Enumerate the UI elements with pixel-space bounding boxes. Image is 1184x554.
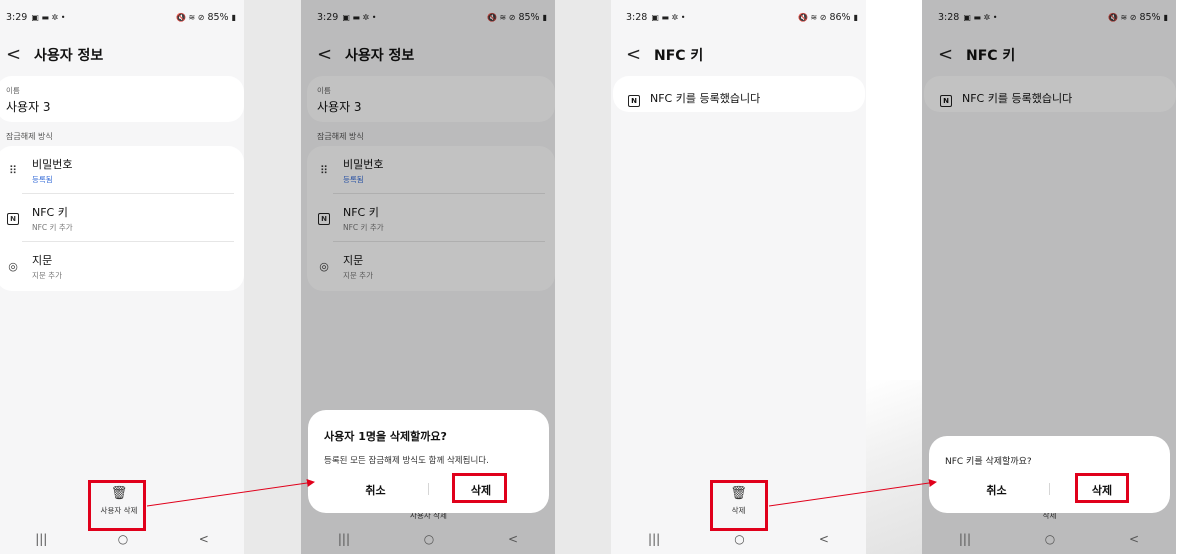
dialog-message: 등록된 모든 잠금해제 방식도 함께 삭제됩니다. <box>324 456 489 466</box>
phone-screen-delete-nfc-dialog: 3:28 ▣ ▬ ✲ • 🔇 ≋ ⊘ 85% ▮ < NFC 키 N NFC 키를 등… <box>922 0 1176 554</box>
battery-level: 86% <box>829 11 851 23</box>
home-icon[interactable]: ○ <box>1045 532 1055 546</box>
methods-card: ⠿ 비밀번호등록됨 N NFC 키 NFC 키 추가 ◎ 지문지문 추가 <box>0 146 244 291</box>
background-gap <box>244 0 301 554</box>
status-bar: 3:28 ▣ ▬ ✲ • 🔇 ≋ ⊘ 86% ▮ <box>626 10 858 24</box>
fingerprint-icon: ◎ <box>8 259 18 273</box>
header: < 사용자 정보 <box>6 44 103 66</box>
nfc-registered-label: NFC 키를 등록했습니다 <box>650 91 761 105</box>
cancel-button[interactable]: 취소 <box>338 482 413 498</box>
recents-icon[interactable]: ||| <box>648 532 660 546</box>
method-status: 지문 추가 <box>32 270 62 280</box>
background-gap <box>866 380 922 554</box>
nfc-registered-item[interactable]: N NFC 키를 등록했습니다 <box>613 76 865 112</box>
dialog-divider <box>428 483 429 495</box>
method-label: NFC 키 <box>32 205 68 219</box>
header: < NFC 키 <box>626 44 703 66</box>
home-icon[interactable]: ○ <box>424 532 434 546</box>
dots-grid-icon: ⠿ <box>8 163 18 177</box>
nav-bar: ||| ○ < <box>922 528 1176 550</box>
back-icon[interactable]: < <box>626 46 648 64</box>
name-value: 사용자 3 <box>6 100 51 114</box>
home-icon[interactable]: ○ <box>118 532 128 546</box>
dialog-title: NFC 키를 삭제할까요? <box>945 457 1032 467</box>
method-status: 등록됨 <box>32 174 53 184</box>
system-icons: 🔇 ≋ ⊘ <box>176 12 205 22</box>
system-icons: 🔇 ≋ ⊘ <box>798 12 827 22</box>
status-time: 3:28 <box>626 11 648 23</box>
nav-back-icon[interactable]: < <box>508 532 518 546</box>
battery-icon: ▮ <box>853 12 858 22</box>
recents-icon[interactable]: ||| <box>35 532 47 546</box>
page-title: NFC 키 <box>654 48 704 64</box>
notification-icons: ▣ ▬ ✲ • <box>31 12 66 22</box>
method-label: 비밀번호 <box>32 157 73 171</box>
method-password[interactable]: ⠿ 비밀번호등록됨 <box>0 146 244 194</box>
dialog-divider <box>1049 483 1050 495</box>
nfc-icon: N <box>0 211 26 225</box>
name-card[interactable]: 이름 사용자 3 <box>0 76 244 122</box>
method-fingerprint[interactable]: ◎ 지문지문 추가 <box>0 242 244 290</box>
phone-screen-delete-user-dialog: 3:29 ▣ ▬ ✲ • 🔇 ≋ ⊘ 85% ▮ < 사용자 정보 이름 사용자 3 … <box>301 0 555 554</box>
nfc-icon: N <box>628 88 640 107</box>
dialog-title: 사용자 1명을 삭제할까요? <box>324 430 447 443</box>
recents-icon[interactable]: ||| <box>338 532 350 546</box>
method-label: 지문 <box>32 253 53 267</box>
name-label: 이름 <box>6 86 20 95</box>
status-time: 3:29 <box>6 11 28 23</box>
nav-bar: ||| ○ < <box>611 528 866 550</box>
delete-user-dialog: 사용자 1명을 삭제할까요? 등록된 모든 잠금해제 방식도 함께 삭제됩니다.… <box>308 410 549 513</box>
cancel-button[interactable]: 취소 <box>959 482 1034 498</box>
section-label: 잠금해제 방식 <box>6 132 53 141</box>
delete-nfc-dialog: NFC 키를 삭제할까요? 취소 삭제 <box>929 436 1170 513</box>
highlight-confirm-delete <box>1075 473 1129 503</box>
method-status: NFC 키 추가 <box>32 222 73 232</box>
highlight-delete-nfc <box>710 480 768 531</box>
recents-icon[interactable]: ||| <box>959 532 971 546</box>
phone-screen-nfc-key: 3:28 ▣ ▬ ✲ • 🔇 ≋ ⊘ 86% ▮ < NFC 키 N NFC 키를 등… <box>611 0 866 554</box>
notification-icons: ▣ ▬ ✲ • <box>651 12 686 22</box>
back-icon[interactable]: < <box>6 46 28 64</box>
home-icon[interactable]: ○ <box>734 532 744 546</box>
background-gap <box>555 0 611 554</box>
nav-back-icon[interactable]: < <box>819 532 829 546</box>
highlight-confirm-delete <box>452 473 507 503</box>
page-title: 사용자 정보 <box>34 48 104 64</box>
method-nfc[interactable]: N NFC 키 NFC 키 추가 <box>0 194 244 242</box>
battery-icon: ▮ <box>231 12 236 22</box>
phone-screen-user-info: 3:29 ▣ ▬ ✲ • 🔇 ≋ ⊘ 85% ▮ < 사용자 정보 이름 사용자 3 … <box>0 0 244 554</box>
nav-bar: ||| ○ < <box>0 528 244 550</box>
nav-back-icon[interactable]: < <box>199 532 209 546</box>
status-bar: 3:29 ▣ ▬ ✲ • 🔇 ≋ ⊘ 85% ▮ <box>6 10 236 24</box>
battery-level: 85% <box>207 11 229 23</box>
nav-back-icon[interactable]: < <box>1129 532 1139 546</box>
nav-bar: ||| ○ < <box>301 528 555 550</box>
highlight-delete-user <box>88 480 146 531</box>
